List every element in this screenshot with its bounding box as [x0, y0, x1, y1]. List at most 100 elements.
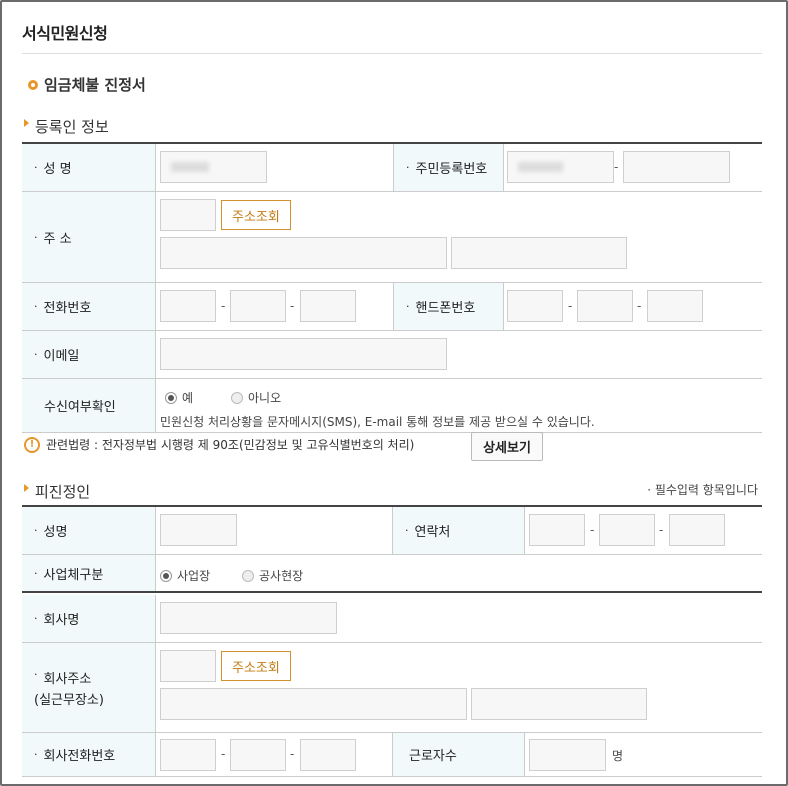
address-label: · 주 소	[22, 192, 156, 282]
ring-bullet-icon	[28, 79, 38, 90]
phone-label: · 전화번호	[22, 283, 156, 330]
phone-input-1[interactable]	[160, 290, 216, 322]
mobile-input-3[interactable]	[647, 290, 703, 322]
registrant-section-title-text: 등록인 정보	[35, 118, 109, 136]
company-address-label-text: 회사주소	[43, 671, 92, 687]
receive-yes-radio[interactable]: 예	[165, 389, 193, 406]
address-detail-input[interactable]	[451, 237, 627, 269]
address-main-input[interactable]	[160, 237, 447, 269]
contact-dash-1: -	[590, 523, 595, 537]
construction-site-label: 공사현장	[259, 569, 304, 583]
registrant-email-row: · 이메일	[22, 331, 762, 379]
email-label: · 이메일	[22, 331, 156, 378]
respondent-table: · 성명 · 연락처 - - · 사업체구분 사업장 공사현장 · 회사명 · 회사주소 …	[22, 505, 762, 777]
workers-label-text: 근로자수	[409, 749, 457, 764]
radio-unchecked-icon	[242, 569, 254, 582]
company-phone-dash-2: -	[290, 747, 295, 761]
triangle-bullet-icon	[24, 118, 29, 127]
company-name-label-text: 회사명	[43, 613, 80, 628]
contact-input-1[interactable]	[529, 514, 585, 546]
contact-input-2[interactable]	[599, 514, 655, 546]
radio-checked-icon	[165, 391, 177, 404]
form-title-text: 임금체불 진정서	[44, 76, 146, 94]
company-phone-input-1[interactable]	[160, 739, 216, 771]
name-label: · 성 명	[22, 144, 156, 191]
address-label-text: 주 소	[43, 231, 72, 247]
contact-label-text: 연락처	[414, 525, 451, 540]
registrant-receive-row: 수신여부확인 예 아니오 민원신청 처리상황을 문자메시지(SMS), E-ma…	[22, 379, 762, 433]
mobile-input-1[interactable]	[507, 290, 563, 322]
warning-circle-icon: !	[24, 436, 40, 453]
rrn-front-input[interactable]	[507, 151, 614, 183]
receive-label-text: 수신여부확인	[44, 400, 116, 415]
respondent-section-title-text: 피진정인	[35, 483, 91, 501]
business-type-label: · 사업체구분	[22, 555, 156, 591]
address-search-button[interactable]: 주소조회	[221, 200, 291, 230]
mobile-label: · 핸드폰번호	[393, 283, 504, 330]
receive-yes-label: 예	[182, 391, 194, 405]
title-divider	[22, 53, 762, 54]
company-zipcode-input[interactable]	[160, 650, 216, 682]
rrn-label-text: 주민등록번호	[415, 162, 488, 177]
company-name-label: · 회사명	[22, 595, 156, 642]
respondent-section-title: 피진정인	[24, 481, 90, 502]
required-note: · 필수입력 항목입니다	[647, 483, 758, 497]
rrn-dash: -	[614, 160, 619, 174]
company-name-input[interactable]	[160, 602, 337, 634]
mobile-input-2[interactable]	[577, 290, 633, 322]
company-phone-input-2[interactable]	[230, 739, 286, 771]
contact-input-3[interactable]	[669, 514, 725, 546]
respondent-name-input[interactable]	[160, 514, 237, 546]
company-address-label: · 회사주소 (실근무장소)	[22, 643, 156, 732]
company-address-search-button[interactable]: 주소조회	[221, 651, 291, 681]
rrn-back-input[interactable]	[623, 151, 730, 183]
construction-site-radio[interactable]: 공사현장	[242, 567, 303, 584]
company-phone-label-text: 회사전화번호	[43, 749, 116, 764]
company-address-row: · 회사주소 (실근무장소) 주소조회	[22, 643, 762, 733]
registrant-name-row: · 성 명 · 주민등록번호 -	[22, 144, 762, 192]
triangle-bullet-icon	[24, 483, 29, 492]
company-phone-dash-1: -	[221, 747, 226, 761]
respondent-name-label: · 성명	[22, 507, 156, 554]
company-phone-row: · 회사전화번호 - - 근로자수 명	[22, 733, 762, 777]
company-name-row: · 회사명	[22, 595, 762, 643]
workers-input[interactable]	[529, 739, 606, 771]
name-label-text: 성 명	[43, 162, 72, 177]
phone-input-2[interactable]	[230, 290, 286, 322]
email-label-text: 이메일	[43, 349, 80, 364]
contact-dash-2: -	[659, 523, 664, 537]
registrant-section-title: 등록인 정보	[24, 116, 109, 137]
company-address-main-input[interactable]	[160, 688, 467, 720]
phone-dash-2: -	[290, 299, 295, 313]
phone-dash-1: -	[221, 299, 226, 313]
respondent-name-row: · 성명 · 연락처 - -	[22, 507, 762, 555]
company-address-sub-text: (실근무장소)	[34, 692, 104, 708]
business-type-row: · 사업체구분 사업장 공사현장	[22, 555, 762, 593]
rrn-label: · 주민등록번호	[393, 144, 504, 191]
name-input[interactable]	[160, 151, 267, 183]
receive-no-radio[interactable]: 아니오	[231, 389, 281, 406]
receive-no-label: 아니오	[248, 391, 282, 405]
receive-note: 민원신청 처리상황을 문자메시지(SMS), E-mail 통해 정보를 제공 …	[160, 415, 595, 429]
registrant-table: · 성 명 · 주민등록번호 - · 주 소 주소조회 · 전화번호 - - · 핸드폰번…	[22, 142, 762, 433]
form-title: 임금체불 진정서	[28, 74, 146, 95]
business-site-label: 사업장	[177, 569, 211, 583]
mobile-dash-2: -	[637, 299, 642, 313]
zipcode-input[interactable]	[160, 199, 216, 231]
email-input[interactable]	[160, 338, 447, 370]
radio-checked-icon	[160, 569, 172, 582]
mobile-label-text: 핸드폰번호	[415, 301, 476, 316]
radio-unchecked-icon	[231, 391, 243, 404]
workers-label: 근로자수	[392, 733, 525, 776]
page-title: 서식민원신청	[22, 24, 108, 43]
phone-label-text: 전화번호	[43, 301, 92, 316]
business-site-radio[interactable]: 사업장	[160, 567, 210, 584]
registrant-address-row: · 주 소 주소조회	[22, 192, 762, 283]
phone-input-3[interactable]	[300, 290, 356, 322]
company-phone-input-3[interactable]	[300, 739, 356, 771]
company-address-detail-input[interactable]	[471, 688, 647, 720]
mobile-dash-1: -	[568, 299, 573, 313]
company-phone-label: · 회사전화번호	[22, 733, 156, 776]
detail-view-button[interactable]: 상세보기	[471, 432, 543, 461]
respondent-name-label-text: 성명	[43, 525, 68, 540]
